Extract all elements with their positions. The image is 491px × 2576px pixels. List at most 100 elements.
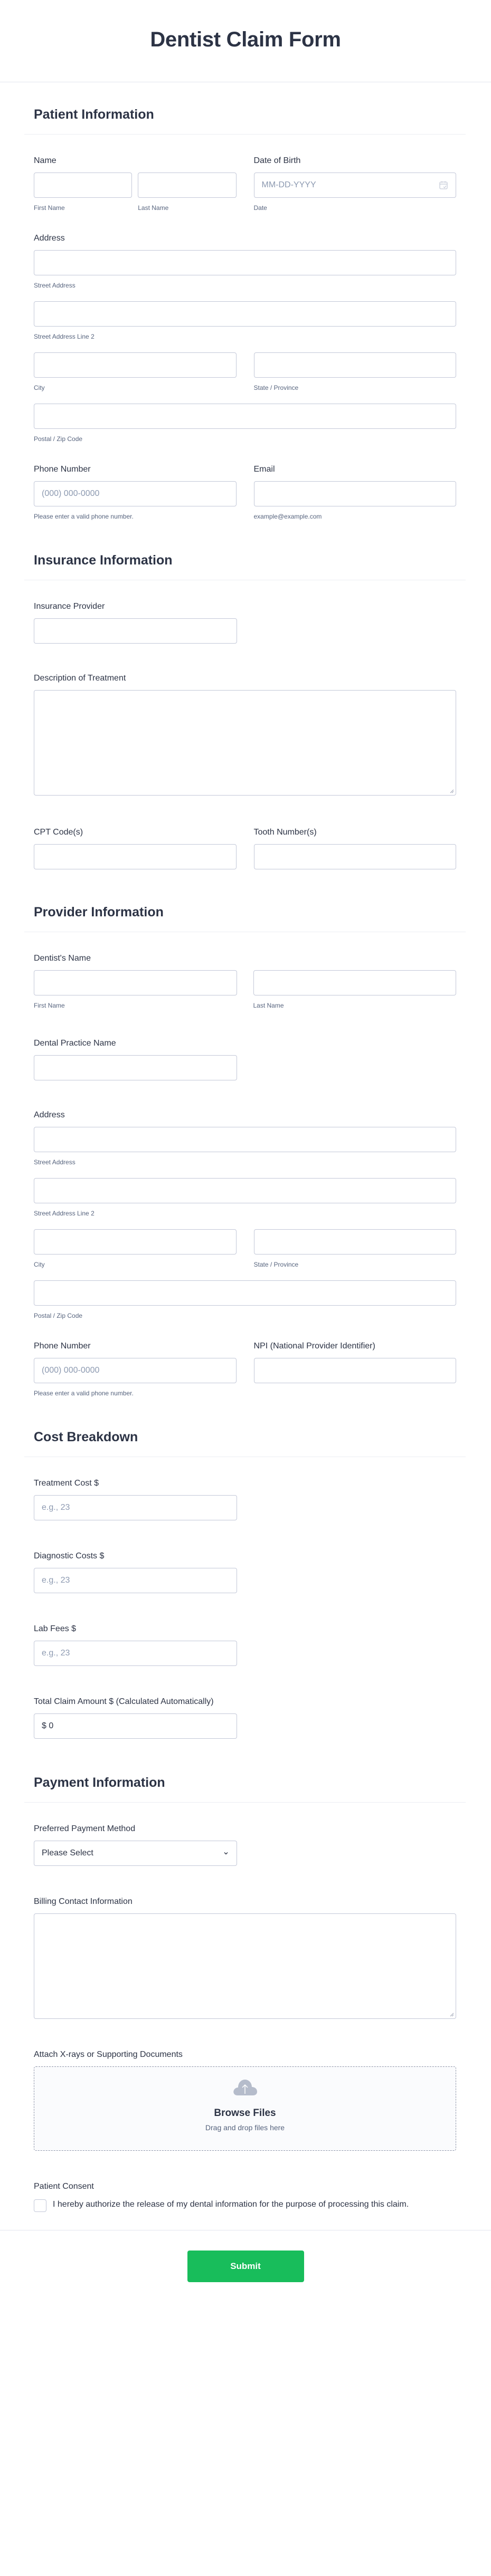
sublabel: State / Province bbox=[253, 384, 299, 391]
lab-fees-input[interactable]: e.g., 23 bbox=[34, 1641, 237, 1666]
file-upload-dropzone[interactable]: Browse Files Drag and drop files here bbox=[34, 2066, 456, 2151]
sublabel: First Name bbox=[34, 1002, 65, 1009]
field-label: Email bbox=[253, 465, 275, 474]
dentist-first-name-input[interactable] bbox=[34, 970, 237, 995]
field-label: Phone Number bbox=[34, 465, 91, 474]
npi-field: NPI (National Provider Identifier) bbox=[253, 1341, 456, 1397]
treatment-cost-input[interactable]: e.g., 23 bbox=[34, 1495, 237, 1520]
description-of-treatment-field: Description of Treatment bbox=[34, 673, 456, 796]
section-patient-information: Patient Information bbox=[34, 82, 456, 125]
field-label: Diagnostic Costs $ bbox=[34, 1552, 105, 1560]
placeholder: MM-DD-YYYY bbox=[261, 180, 316, 189]
diagnostic-costs-input[interactable]: e.g., 23 bbox=[34, 1568, 237, 1593]
consent-text: I hereby authorize the release of my den… bbox=[53, 2200, 409, 2209]
field-label: Address bbox=[34, 234, 65, 243]
provider-city-input[interactable] bbox=[34, 1229, 237, 1255]
provider-street-address-line2-input[interactable] bbox=[34, 1178, 456, 1203]
date-of-birth-field: Date of Birth MM-DD-YYYY Date bbox=[253, 156, 456, 212]
dental-practice-name-field: Dental Practice Name bbox=[34, 1038, 456, 1080]
provider-street-address-input[interactable] bbox=[34, 1127, 456, 1152]
billing-contact-textarea[interactable] bbox=[34, 1913, 456, 2019]
field-label: Lab Fees $ bbox=[34, 1624, 77, 1633]
total-claim-amount-field: Total Claim Amount $ (Calculated Automat… bbox=[34, 1697, 456, 1739]
patient-consent-field: Patient Consent I hereby authorize the r… bbox=[34, 2181, 456, 2212]
field-label: Dental Practice Name bbox=[34, 1039, 116, 1048]
provider-state-input[interactable] bbox=[253, 1229, 456, 1255]
section-insurance-information: Insurance Information bbox=[34, 521, 456, 570]
sublabel: Street Address Line 2 bbox=[34, 1210, 95, 1217]
section-heading: Provider Information bbox=[34, 905, 164, 920]
resize-handle-icon[interactable] bbox=[450, 2013, 454, 2017]
sublabel: Last Name bbox=[253, 1002, 284, 1009]
provider-address-field: Address Street Address Street Address Li… bbox=[34, 1110, 456, 1320]
sublabel: City bbox=[34, 384, 45, 391]
patient-zip-input[interactable] bbox=[34, 404, 456, 429]
section-divider bbox=[24, 134, 466, 135]
field-label: Total Claim Amount $ (Calculated Automat… bbox=[34, 1697, 214, 1706]
npi-input[interactable] bbox=[253, 1358, 456, 1383]
field-label: Phone Number bbox=[34, 1342, 91, 1351]
patient-city-input[interactable] bbox=[34, 352, 237, 378]
lab-fees-field: Lab Fees $ e.g., 23 bbox=[34, 1624, 456, 1666]
patient-street-address-input[interactable] bbox=[34, 250, 456, 275]
consent-checkbox[interactable] bbox=[34, 2199, 46, 2212]
placeholder: e.g., 23 bbox=[42, 1649, 70, 1658]
cloud-upload-icon bbox=[233, 2080, 257, 2095]
field-label: CPT Code(s) bbox=[34, 828, 83, 837]
patient-address-field: Address Street Address Street Address Li… bbox=[34, 233, 456, 443]
patient-email-field: Email example@example.com bbox=[253, 464, 456, 521]
patient-email-input[interactable] bbox=[253, 481, 456, 506]
field-label: Address bbox=[34, 1110, 65, 1119]
dental-practice-name-input[interactable] bbox=[34, 1055, 237, 1080]
sublabel: Please enter a valid phone number. bbox=[34, 1390, 134, 1397]
sublabel: Last Name bbox=[138, 204, 169, 212]
field-label: Description of Treatment bbox=[34, 674, 126, 683]
drag-drop-hint: Drag and drop files here bbox=[205, 2123, 285, 2132]
sublabel: Street Address bbox=[34, 1158, 75, 1166]
billing-contact-field: Billing Contact Information bbox=[34, 1897, 456, 2019]
insurance-provider-field: Insurance Provider bbox=[34, 601, 456, 644]
calendar-icon[interactable] bbox=[439, 180, 448, 190]
patient-street-address-line2-input[interactable] bbox=[34, 301, 456, 327]
sublabel: Please enter a valid phone number. bbox=[34, 513, 134, 520]
placeholder: (000) 000-0000 bbox=[42, 489, 100, 498]
payment-method-select[interactable]: Please Select bbox=[34, 1841, 237, 1866]
section-heading: Patient Information bbox=[34, 107, 154, 122]
total-claim-value: $ 0 bbox=[42, 1721, 54, 1730]
chevron-down-icon bbox=[224, 1852, 228, 1855]
sublabel: Date bbox=[253, 204, 267, 212]
field-label: Patient Consent bbox=[34, 2182, 94, 2191]
provider-zip-input[interactable] bbox=[34, 1280, 456, 1306]
section-payment-information: Payment Information bbox=[34, 1739, 456, 1793]
section-cost-breakdown: Cost Breakdown bbox=[34, 1397, 456, 1447]
sublabel: State / Province bbox=[253, 1261, 299, 1268]
patient-last-name-input[interactable] bbox=[138, 173, 237, 198]
placeholder: e.g., 23 bbox=[42, 1576, 70, 1585]
total-claim-amount-input[interactable]: $ 0 bbox=[34, 1713, 237, 1739]
selected-option: Please Select bbox=[42, 1849, 93, 1857]
cpt-codes-field: CPT Code(s) bbox=[34, 827, 237, 869]
browse-files-button[interactable]: Browse Files bbox=[214, 2108, 276, 2119]
provider-phone-input[interactable]: (000) 000-0000 bbox=[34, 1358, 237, 1383]
sublabel: Street Address Line 2 bbox=[34, 333, 95, 340]
section-provider-information: Provider Information bbox=[34, 869, 456, 922]
patient-phone-input[interactable]: (000) 000-0000 bbox=[34, 481, 237, 506]
section-heading: Insurance Information bbox=[34, 553, 173, 568]
resize-handle-icon[interactable] bbox=[450, 789, 454, 793]
patient-first-name-input[interactable] bbox=[34, 173, 133, 198]
sublabel: Street Address bbox=[34, 282, 75, 289]
submit-button[interactable]: Submit bbox=[187, 2251, 304, 2282]
sublabel: example@example.com bbox=[253, 513, 322, 520]
patient-state-input[interactable] bbox=[253, 352, 456, 378]
tooth-numbers-input[interactable] bbox=[253, 844, 456, 869]
date-of-birth-input[interactable]: MM-DD-YYYY bbox=[253, 173, 456, 198]
tooth-numbers-field: Tooth Number(s) bbox=[253, 827, 456, 869]
cpt-codes-input[interactable] bbox=[34, 844, 237, 869]
placeholder: e.g., 23 bbox=[42, 1503, 70, 1512]
form-footer: Submit bbox=[0, 2230, 491, 2299]
section-divider bbox=[24, 1802, 466, 1803]
insurance-provider-input[interactable] bbox=[34, 618, 237, 644]
dentist-last-name-input[interactable] bbox=[253, 970, 456, 995]
description-of-treatment-textarea[interactable] bbox=[34, 690, 456, 796]
placeholder: (000) 000-0000 bbox=[42, 1366, 100, 1375]
